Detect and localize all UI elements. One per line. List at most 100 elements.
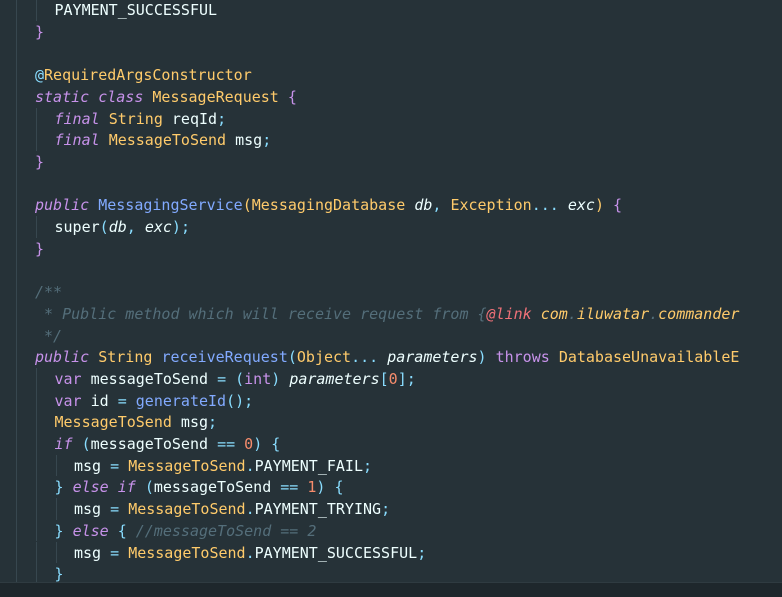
code-line[interactable]: final String reqId; <box>55 108 227 130</box>
code-token: = <box>110 500 120 519</box>
code-token: */ <box>35 326 63 345</box>
code-line[interactable]: * Public method which will receive reque… <box>35 303 739 325</box>
code-line[interactable]: } <box>55 563 64 582</box>
code-line[interactable]: msg = MessageToSend.PAYMENT_SUCCESSFUL; <box>74 542 426 564</box>
code-token: if <box>117 478 136 497</box>
code-token: == <box>217 435 236 453</box>
code-token: ( <box>235 369 245 388</box>
indent-guide <box>36 433 37 455</box>
code-token: { <box>334 478 344 497</box>
code-token: ; <box>406 369 416 388</box>
indent-guide <box>36 129 37 151</box>
code-token: . <box>245 500 255 519</box>
code-line[interactable]: } else { //messageToSend == 2 <box>55 520 317 542</box>
code-token: } <box>35 152 45 171</box>
indent-guide <box>55 454 57 477</box>
code-token: exc <box>144 218 172 236</box>
code-token: = <box>110 456 120 475</box>
code-token: final <box>54 109 100 128</box>
code-token: Object <box>296 348 352 367</box>
code-token: . <box>245 456 255 475</box>
code-line[interactable]: var id = generateId(); <box>55 390 254 412</box>
code-token: else <box>72 478 109 497</box>
indent-guide <box>36 519 37 542</box>
code-line[interactable]: final MessageToSend msg; <box>55 129 272 151</box>
code-line[interactable]: MessageToSend msg; <box>55 411 218 433</box>
code-line[interactable]: } <box>35 238 44 260</box>
code-token: messageToSend <box>90 435 218 453</box>
code-token: MessagingService <box>98 196 243 215</box>
code-token: = <box>217 369 227 388</box>
code-line[interactable]: public String receiveRequest(Object... p… <box>35 346 739 368</box>
code-token: parameters <box>289 369 380 388</box>
code-token: ... <box>531 196 559 215</box>
indent-guide <box>36 541 37 564</box>
code-line[interactable]: var messageToSend = (int) parameters[0]; <box>55 368 416 390</box>
code-token: @ <box>35 66 45 85</box>
indent-guide <box>36 563 37 582</box>
code-line[interactable]: public MessagingService(MessagingDatabas… <box>35 194 622 216</box>
indent-guide <box>55 541 57 564</box>
code-line[interactable]: } <box>35 151 44 173</box>
code-line[interactable]: /** <box>35 281 62 303</box>
code-token: , <box>432 196 451 215</box>
code-token: parameters <box>387 348 478 367</box>
code-token: . <box>245 543 255 562</box>
code-editor[interactable]: PAYMENT_SUCCESSFUL} @RequiredArgsConstruc… <box>0 0 782 582</box>
code-line[interactable]: PAYMENT_SUCCESSFUL <box>55 0 218 21</box>
code-line[interactable]: msg = MessageToSend.PAYMENT_FAIL; <box>74 455 372 477</box>
code-line[interactable]: } else if (messageToSend == 1) { <box>55 476 344 498</box>
code-token: msg <box>171 413 209 432</box>
code-line[interactable]: static class MessageRequest { <box>35 86 297 108</box>
code-line[interactable]: if (messageToSend == 0) { <box>55 433 281 455</box>
code-line[interactable]: super(db, exc); <box>55 216 190 238</box>
code-token: 0 <box>388 369 398 388</box>
code-token: ) <box>477 348 487 367</box>
code-token: ; <box>262 131 272 150</box>
code-token: , <box>126 218 145 236</box>
indent-guide <box>36 454 37 477</box>
code-token: ( <box>81 435 91 453</box>
code-token: { <box>477 304 487 323</box>
code-token: MessageToSend <box>128 500 246 519</box>
code-token: ; <box>208 413 218 432</box>
code-token: receiveRequest <box>161 348 288 367</box>
code-token: PAYMENT_FAIL <box>254 456 363 475</box>
code-token: ( <box>99 218 109 236</box>
indent-guide <box>36 107 37 130</box>
code-token: ; <box>244 391 254 410</box>
code-token: final <box>54 131 100 150</box>
code-line[interactable]: msg = MessageToSend.PAYMENT_TRYING; <box>74 498 390 520</box>
code-line[interactable]: @RequiredArgsConstructor <box>35 64 252 86</box>
code-token: RequiredArgsConstructor <box>44 66 252 85</box>
code-token: PAYMENT_SUCCESSFUL <box>254 543 418 562</box>
code-token: throws <box>495 348 550 367</box>
code-token: PAYMENT_TRYING <box>254 500 382 519</box>
code-token: MessageRequest <box>152 87 279 106</box>
code-line[interactable]: } <box>35 21 44 43</box>
code-token: == <box>280 478 299 497</box>
code-token: reqId <box>162 109 218 128</box>
code-token: [ <box>379 369 389 388</box>
indent-guide <box>16 0 17 582</box>
code-token: } <box>54 565 64 582</box>
code-token: iluwatar <box>576 304 650 323</box>
code-token: msg <box>226 131 263 150</box>
code-line[interactable]: */ <box>35 325 62 347</box>
code-token: id <box>81 391 118 410</box>
